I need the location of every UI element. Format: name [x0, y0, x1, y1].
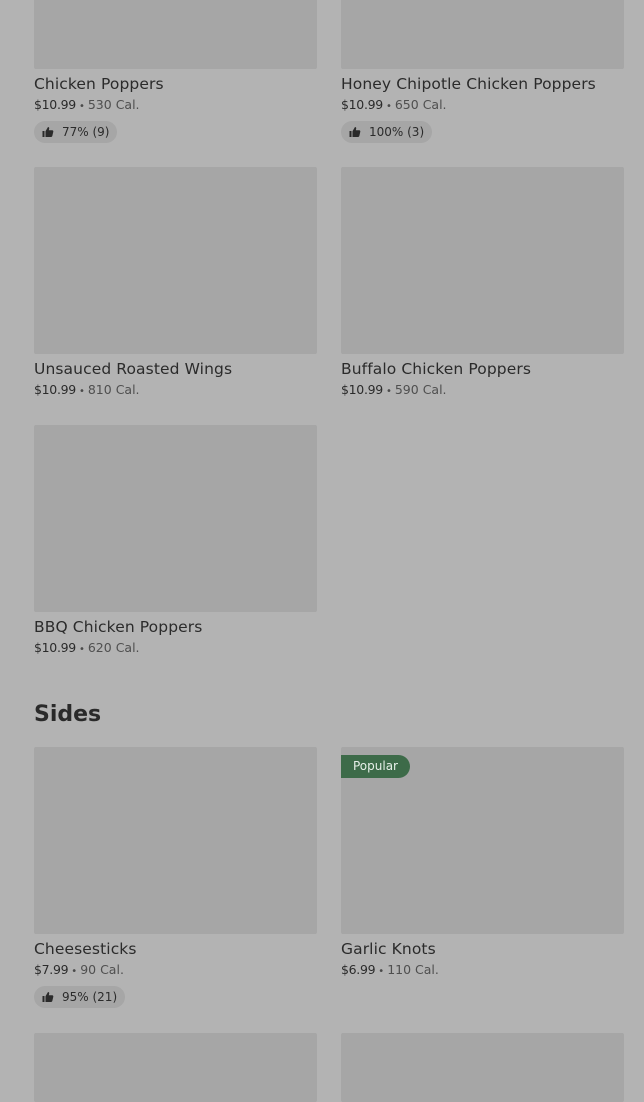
item-calories: 650 Cal. [394, 97, 447, 112]
rating-pill: 95% (21) [34, 986, 126, 1008]
item-price: $10.99 [34, 640, 76, 655]
thumbs-up-icon [349, 127, 361, 137]
meta-separator: • [78, 386, 85, 397]
item-calories: 620 Cal. [87, 640, 140, 655]
menu-item-card[interactable]: Buffalo Chicken Poppers $10.99 • 590 Cal. [341, 167, 624, 400]
item-name: Garlic Knots [341, 940, 436, 958]
meta-separator: • [78, 644, 85, 655]
item-name: Unsauced Roasted Wings [34, 360, 233, 378]
meta-separator: • [385, 101, 392, 112]
item-image [34, 425, 317, 612]
item-meta: $10.99 • 650 Cal. [341, 97, 624, 115]
item-image: Popular [341, 747, 624, 934]
item-name: Buffalo Chicken Poppers [341, 360, 532, 378]
menu-item-card[interactable]: Cheesesticks $7.99 • 90 Cal. 95% (21) [34, 747, 317, 1008]
item-calories: 110 Cal. [387, 962, 439, 977]
item-image [34, 0, 317, 69]
rating-pill: 77% (9) [34, 121, 118, 143]
item-calories: 590 Cal. [394, 382, 447, 397]
item-meta: $6.99 • 110 Cal. [341, 962, 624, 980]
menu-page: Chicken Poppers $10.99 • 530 Cal. 77% (9) … [0, 0, 644, 1102]
item-price: $7.99 [34, 962, 69, 977]
rating-pill: 100% (3) [341, 121, 433, 143]
menu-item-card[interactable]: Chicken Poppers $10.99 • 530 Cal. 77% (9) [34, 0, 317, 143]
menu-item-card[interactable] [34, 1033, 317, 1102]
item-image [341, 167, 624, 354]
rating-value: 77% (9) [62, 125, 110, 139]
item-meta: $10.99 • 530 Cal. [34, 97, 317, 115]
item-price: $10.99 [341, 97, 383, 112]
rating-value: 100% (3) [369, 125, 425, 139]
rating-value: 95% (21) [62, 990, 118, 1004]
item-calories: 530 Cal. [87, 97, 140, 112]
thumbs-up-icon [42, 992, 54, 1002]
menu-item-card[interactable] [341, 1033, 624, 1102]
item-price: $10.99 [34, 97, 76, 112]
item-meta: $10.99 • 590 Cal. [341, 382, 624, 400]
item-image [341, 0, 624, 69]
item-calories: 810 Cal. [87, 382, 140, 397]
section-title-sides: Sides [34, 702, 102, 727]
popular-badge: Popular [341, 755, 410, 778]
menu-item-card[interactable]: Popular Garlic Knots $6.99 • 110 Cal. [341, 747, 624, 980]
item-meta: $10.99 • 620 Cal. [34, 640, 317, 658]
item-price: $10.99 [341, 382, 383, 397]
menu-item-card[interactable]: BBQ Chicken Poppers $10.99 • 620 Cal. [34, 425, 317, 658]
item-image [341, 1033, 624, 1102]
meta-separator: • [378, 966, 385, 977]
item-image [34, 1033, 317, 1102]
menu-item-card[interactable]: Unsauced Roasted Wings $10.99 • 810 Cal. [34, 167, 317, 400]
item-name: Honey Chipotle Chicken Poppers [341, 75, 596, 93]
item-image [34, 747, 317, 934]
thumbs-up-icon [42, 127, 54, 137]
meta-separator: • [71, 966, 78, 977]
meta-separator: • [385, 386, 392, 397]
item-name: Chicken Poppers [34, 75, 164, 93]
item-meta: $7.99 • 90 Cal. [34, 962, 317, 980]
item-name: BBQ Chicken Poppers [34, 618, 203, 636]
item-price: $10.99 [34, 382, 76, 397]
item-meta: $10.99 • 810 Cal. [34, 382, 317, 400]
item-calories: 90 Cal. [80, 962, 124, 977]
meta-separator: • [78, 101, 85, 112]
item-price: $6.99 [341, 962, 376, 977]
item-name: Cheesesticks [34, 940, 137, 958]
item-image [34, 167, 317, 354]
menu-item-card[interactable]: Honey Chipotle Chicken Poppers $10.99 • 65… [341, 0, 624, 143]
